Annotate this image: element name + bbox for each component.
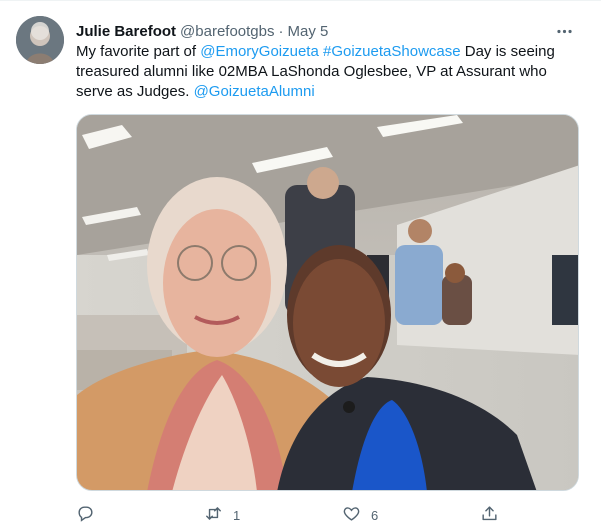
author-name[interactable]: Julie Barefoot [76,23,176,40]
tweet-text: My favorite part of @EmoryGoizueta #Goiz… [76,42,584,102]
mention-link[interactable]: @GoizuetaAlumni [194,83,315,100]
tweet-photo[interactable] [76,114,579,491]
tweet-card[interactable]: Julie Barefoot @barefootgbs · May 5 My f… [0,0,601,532]
share-icon[interactable] [480,504,499,526]
heart-icon[interactable] [342,504,361,526]
retweet-button[interactable]: 1 [204,504,240,526]
author-handle[interactable]: @barefootgbs [180,23,274,40]
retweet-icon[interactable] [204,504,223,526]
text-part: My favorite part of [76,43,201,60]
separator-dot: · [278,22,284,40]
share-button[interactable] [480,504,499,526]
reply-button[interactable] [76,504,105,526]
like-button[interactable]: 6 [342,504,378,526]
tweet-header: Julie Barefoot @barefootgbs · May 5 [76,20,585,42]
action-bar: 1 6 [76,504,501,526]
retweet-count: 1 [233,507,241,523]
avatar[interactable] [16,16,64,64]
like-count: 6 [371,507,379,523]
tweet-date[interactable]: May 5 [287,23,328,40]
mention-link[interactable]: @EmoryGoizueta [200,43,319,60]
hashtag-link[interactable]: #GoizuetaShowcase [323,43,461,60]
reply-icon[interactable] [76,504,95,526]
